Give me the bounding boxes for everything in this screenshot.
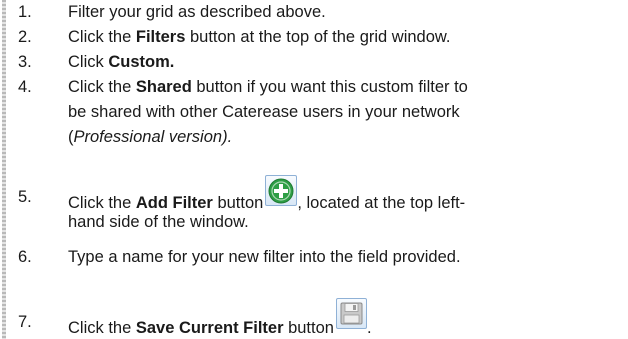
shared-term: Shared — [135, 78, 192, 96]
step-number: 2. — [18, 28, 32, 46]
add-filter-icon — [265, 175, 298, 206]
save-current-filter-icon — [335, 298, 367, 329]
filters-term: Filters — [135, 28, 186, 46]
step-number: 5. — [18, 188, 32, 206]
step-number: 3. — [18, 53, 32, 71]
step-text: Type a name for your new filter into the… — [68, 248, 461, 266]
custom-term: Custom. — [108, 53, 175, 71]
step-number: 7. — [18, 313, 32, 331]
step-text-line-2: be shared with other Caterease users in … — [68, 103, 460, 121]
step-number: 4. — [18, 78, 32, 96]
add-filter-term: Add Filter — [135, 194, 213, 212]
page-left-border — [2, 0, 6, 339]
save-current-filter-term: Save Current Filter — [135, 319, 284, 337]
step-number: 1. — [18, 3, 32, 21]
step-text-line-2: hand side of the window. — [68, 213, 249, 231]
step-text: Filter your grid as described above. — [68, 3, 326, 21]
step-number: 6. — [18, 248, 32, 266]
version-note: Professional version). — [73, 128, 233, 146]
